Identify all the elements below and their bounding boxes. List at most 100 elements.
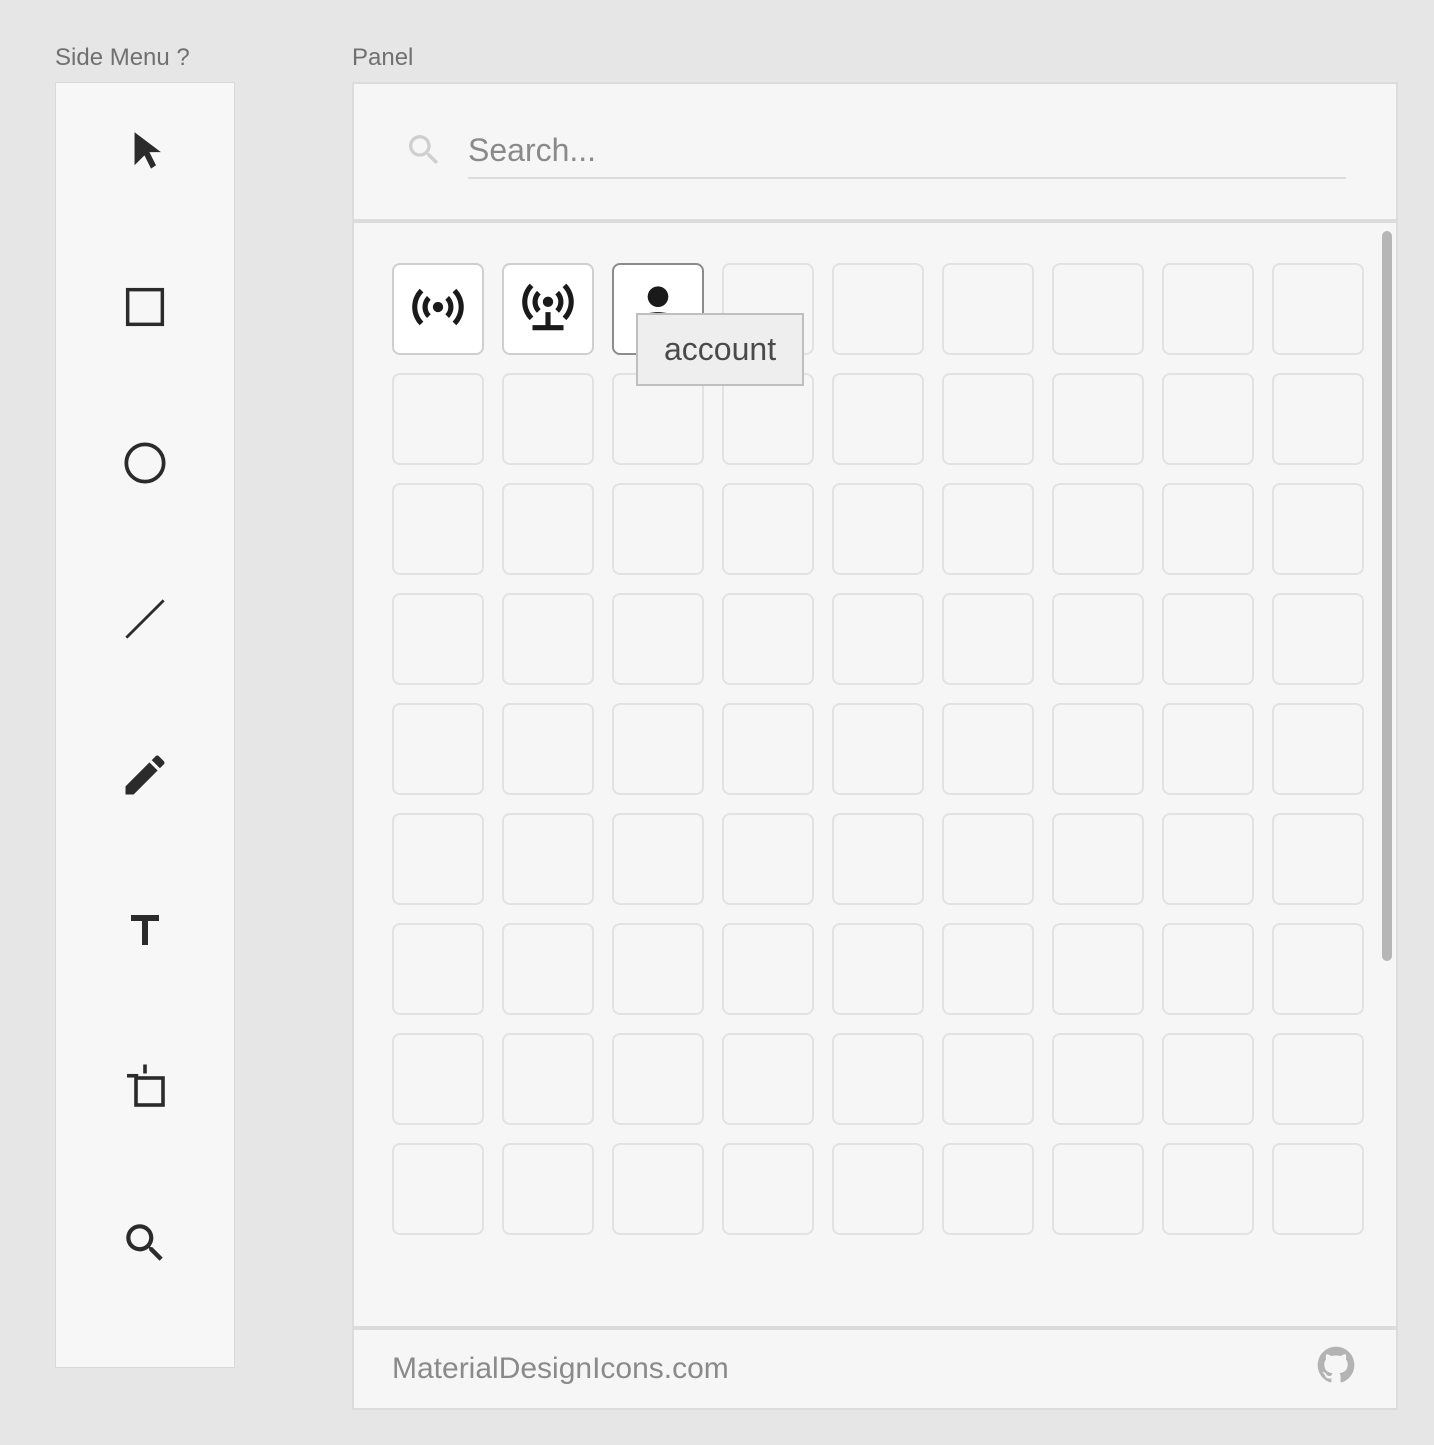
tool-ellipse[interactable]: [115, 435, 175, 495]
icon-cell[interactable]: [832, 373, 924, 465]
scrollbar-thumb[interactable]: [1382, 231, 1392, 961]
icon-cell[interactable]: [1052, 703, 1144, 795]
icon-cell[interactable]: [502, 483, 594, 575]
icon-cell[interactable]: [1052, 483, 1144, 575]
icon-cell[interactable]: [942, 1143, 1034, 1235]
icon-cell[interactable]: [502, 923, 594, 1015]
icon-tooltip: account: [636, 313, 804, 386]
icon-cell[interactable]: [722, 1033, 814, 1125]
panel-label: Panel: [352, 44, 413, 72]
icon-cell[interactable]: [942, 813, 1034, 905]
icon-cell[interactable]: [1052, 1143, 1144, 1235]
icon-cell[interactable]: [832, 593, 924, 685]
icon-cell[interactable]: [942, 703, 1034, 795]
icon-cell[interactable]: [1162, 703, 1254, 795]
icon-grid: [392, 263, 1358, 1235]
tool-zoom[interactable]: [115, 1215, 175, 1275]
tool-line[interactable]: [115, 591, 175, 651]
icon-cell[interactable]: [1052, 813, 1144, 905]
icon-cell[interactable]: [1162, 593, 1254, 685]
icon-cell[interactable]: [942, 593, 1034, 685]
icon-cell[interactable]: [612, 1143, 704, 1235]
tool-pointer[interactable]: [115, 123, 175, 183]
icon-cell[interactable]: [1052, 923, 1144, 1015]
icon-cell[interactable]: [612, 373, 704, 465]
tool-text[interactable]: [115, 903, 175, 963]
icon-cell[interactable]: [1162, 483, 1254, 575]
icon-cell[interactable]: [1272, 483, 1364, 575]
icon-cell[interactable]: [1052, 593, 1144, 685]
magnify-icon: [120, 1218, 170, 1273]
icon-cell[interactable]: [1162, 813, 1254, 905]
icon-cell[interactable]: [722, 593, 814, 685]
icon-cell[interactable]: [502, 813, 594, 905]
icon-cell[interactable]: [722, 373, 814, 465]
icon-cell[interactable]: [1272, 1033, 1364, 1125]
icon-cell[interactable]: [832, 703, 924, 795]
icon-cell[interactable]: [722, 483, 814, 575]
tool-pen[interactable]: [115, 747, 175, 807]
icon-cell[interactable]: [1272, 263, 1364, 355]
icon-cell[interactable]: [942, 373, 1034, 465]
icon-cell[interactable]: [722, 813, 814, 905]
icon-cell[interactable]: [722, 1143, 814, 1235]
tool-rectangle[interactable]: [115, 279, 175, 339]
icon-cell[interactable]: [1052, 373, 1144, 465]
circle-icon: [117, 435, 173, 496]
icon-cell[interactable]: [392, 483, 484, 575]
icon-cell[interactable]: [392, 703, 484, 795]
icon-cell[interactable]: [612, 483, 704, 575]
icon-cell[interactable]: [832, 1143, 924, 1235]
icon-cell[interactable]: [502, 1143, 594, 1235]
icon-cell[interactable]: [502, 593, 594, 685]
icon-cell[interactable]: [502, 373, 594, 465]
icon-cell[interactable]: [1272, 373, 1364, 465]
github-icon[interactable]: [1314, 1343, 1358, 1395]
icon-cell[interactable]: [942, 483, 1034, 575]
panel-footer: MaterialDesignIcons.com: [354, 1330, 1396, 1408]
icon-cell[interactable]: [722, 923, 814, 1015]
icon-cell[interactable]: [1272, 813, 1364, 905]
icon-cell[interactable]: [612, 703, 704, 795]
icon-cell[interactable]: [612, 593, 704, 685]
icon-cell[interactable]: [1272, 1143, 1364, 1235]
icon-cell[interactable]: [832, 263, 924, 355]
icon-cell[interactable]: [1162, 1033, 1254, 1125]
icon-cell[interactable]: [942, 263, 1034, 355]
icon-cell[interactable]: [1272, 703, 1364, 795]
footer-link[interactable]: MaterialDesignIcons.com: [392, 1352, 729, 1386]
icon-cell[interactable]: [392, 813, 484, 905]
icon-cell[interactable]: [832, 923, 924, 1015]
icon-cell[interactable]: [832, 483, 924, 575]
tool-artboard[interactable]: [115, 1059, 175, 1119]
icon-cell[interactable]: [1272, 593, 1364, 685]
icon-cell[interactable]: [612, 923, 704, 1015]
icon-cell[interactable]: [392, 593, 484, 685]
search-icon: [404, 130, 444, 175]
icon-cell[interactable]: [612, 1033, 704, 1125]
icon-cell[interactable]: [1162, 263, 1254, 355]
icon-cell[interactable]: [832, 813, 924, 905]
icon-cell[interactable]: [942, 923, 1034, 1015]
access-point-network-icon: [517, 276, 579, 343]
icon-cell[interactable]: [832, 1033, 924, 1125]
icon-cell[interactable]: [942, 1033, 1034, 1125]
icon-cell-access-point[interactable]: [392, 263, 484, 355]
icon-cell[interactable]: [1162, 373, 1254, 465]
icon-cell[interactable]: [392, 923, 484, 1015]
line-icon: [117, 591, 173, 652]
icon-cell[interactable]: [1052, 1033, 1144, 1125]
icon-cell[interactable]: [502, 703, 594, 795]
icon-cell[interactable]: [392, 1033, 484, 1125]
icon-cell[interactable]: [722, 703, 814, 795]
icon-cell[interactable]: [612, 813, 704, 905]
icon-cell[interactable]: [1272, 923, 1364, 1015]
icon-cell[interactable]: [1052, 263, 1144, 355]
search-input[interactable]: [468, 126, 1346, 179]
icon-cell[interactable]: [392, 1143, 484, 1235]
icon-cell[interactable]: [392, 373, 484, 465]
icon-cell-access-point-network[interactable]: [502, 263, 594, 355]
icon-cell[interactable]: [1162, 1143, 1254, 1235]
icon-cell[interactable]: [502, 1033, 594, 1125]
icon-cell[interactable]: [1162, 923, 1254, 1015]
